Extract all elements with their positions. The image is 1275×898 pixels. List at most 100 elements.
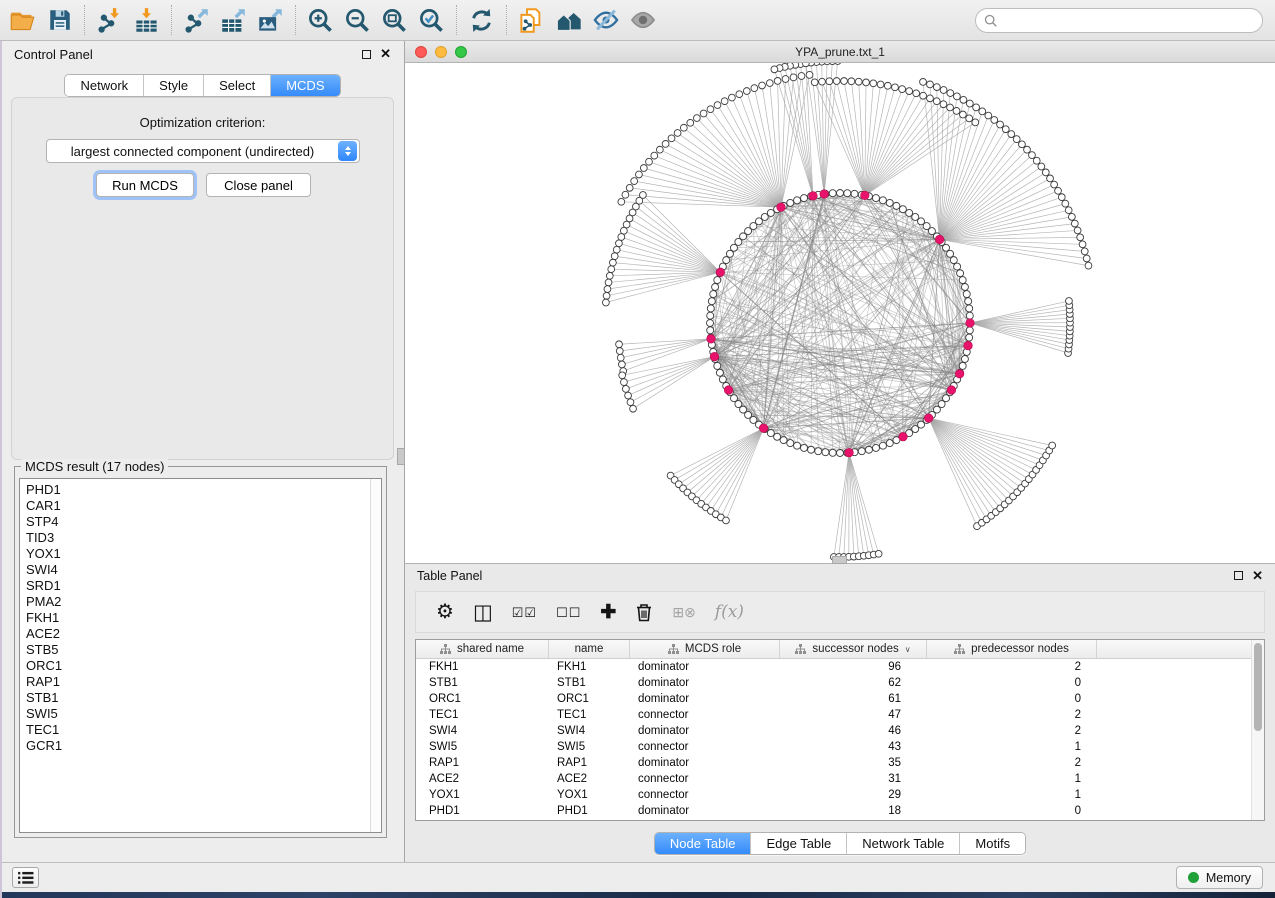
network-view-window: YPA_prune.txt_1 (404, 41, 1275, 563)
mcds-result-item[interactable]: GCR1 (26, 738, 381, 754)
mcds-result-item[interactable]: PMA2 (26, 594, 381, 610)
table-cell: 0 (927, 677, 1097, 689)
table-cell: connector (630, 709, 780, 721)
deselect-all-rows-icon[interactable]: ☐☐ (556, 606, 581, 619)
table-cell: YOX1 (549, 789, 630, 801)
column-header-MCDS-role[interactable]: MCDS role (630, 640, 780, 658)
eye-slash-icon (592, 6, 620, 34)
task-history-button[interactable] (12, 867, 39, 888)
mcds-result-item[interactable]: ORC1 (26, 658, 381, 674)
table-row[interactable]: FKH1FKH1dominator962 (416, 659, 1264, 675)
table-row[interactable]: SWI4SWI4dominator462 (416, 723, 1264, 739)
export-table-button[interactable] (215, 2, 252, 39)
tab-node-table[interactable]: Node Table (655, 833, 751, 854)
mcds-result-item[interactable]: STB1 (26, 690, 381, 706)
close-table-panel-icon[interactable]: ✕ (1252, 571, 1263, 581)
mcds-result-item[interactable]: ACE2 (26, 626, 381, 642)
table-cell: 0 (927, 693, 1097, 705)
zoom-fit-button[interactable] (376, 2, 413, 39)
mcds-result-item[interactable]: FKH1 (26, 610, 381, 626)
zoom-in-button[interactable] (302, 2, 339, 39)
table-row[interactable]: RAP1RAP1dominator352 (416, 755, 1264, 771)
vertical-splitter-handle[interactable] (397, 448, 405, 465)
table-cell: connector (630, 789, 780, 801)
zoom-selected-button[interactable] (413, 2, 450, 39)
mcds-result-item[interactable]: CAR1 (26, 498, 381, 514)
minimize-window-light[interactable] (435, 46, 447, 58)
table-row[interactable]: ACE2ACE2connector311 (416, 771, 1264, 787)
table-cell: STB1 (549, 677, 630, 689)
select-all-rows-icon[interactable]: ☑☑ (512, 606, 537, 619)
add-column-icon[interactable]: ✚ (600, 603, 616, 622)
table-cell: YOX1 (416, 789, 549, 801)
table-options-gear-icon[interactable]: ⚙ (436, 602, 454, 622)
tab-motifs[interactable]: Motifs (959, 833, 1025, 854)
mcds-result-item[interactable]: YOX1 (26, 546, 381, 562)
table-row[interactable]: ORC1ORC1dominator610 (416, 691, 1264, 707)
close-panel-icon[interactable]: ✕ (380, 49, 391, 59)
close-panel-button[interactable]: Close panel (206, 173, 311, 197)
table-row[interactable]: SWI5SWI5connector431 (416, 739, 1264, 755)
mcds-result-item[interactable]: STB5 (26, 642, 381, 658)
tab-select[interactable]: Select (203, 75, 270, 96)
delete-column-trash-icon[interactable] (635, 603, 653, 622)
column-header-predecessor-nodes[interactable]: predecessor nodes (927, 640, 1097, 658)
duplicate-network-button[interactable] (513, 2, 550, 39)
mcds-result-item[interactable]: RAP1 (26, 674, 381, 690)
network-canvas[interactable] (405, 63, 1275, 563)
memory-status-dot (1188, 872, 1199, 883)
list-icon (18, 871, 34, 885)
mcds-result-item[interactable]: PHD1 (26, 482, 381, 498)
zoom-out-button[interactable] (339, 2, 376, 39)
export-image-button[interactable] (252, 2, 289, 39)
mcds-result-item[interactable]: SWI4 (26, 562, 381, 578)
run-mcds-button[interactable]: Run MCDS (96, 173, 194, 197)
mcds-result-item[interactable]: TEC1 (26, 722, 381, 738)
table-row[interactable]: YOX1YOX1connector291 (416, 787, 1264, 803)
mcds-result-item[interactable]: STP4 (26, 514, 381, 530)
import-network-button[interactable] (91, 2, 128, 39)
tab-edge-table[interactable]: Edge Table (750, 833, 846, 854)
tab-network[interactable]: Network (65, 75, 143, 96)
table-scrollbar[interactable] (1251, 640, 1264, 820)
import-table-button[interactable] (128, 2, 165, 39)
tab-style[interactable]: Style (143, 75, 203, 96)
maximize-window-light[interactable] (455, 46, 467, 58)
control-panel-title: Control Panel (14, 47, 93, 62)
mcds-result-box: MCDS result (17 nodes) PHD1CAR1STP4TID3Y… (14, 466, 387, 838)
tab-mcds[interactable]: MCDS (270, 75, 339, 96)
column-label: MCDS role (685, 643, 741, 655)
hide-selected-button[interactable] (587, 2, 624, 39)
search-input[interactable] (1004, 12, 1254, 29)
memory-button[interactable]: Memory (1176, 866, 1263, 889)
open-folder-icon (9, 7, 36, 34)
float-table-panel-icon[interactable] (1234, 571, 1243, 580)
mcds-result-item[interactable]: SWI5 (26, 706, 381, 722)
mcds-result-item[interactable]: TID3 (26, 530, 381, 546)
criterion-dropdown[interactable]: largest connected component (undirected) (46, 139, 360, 163)
save-session-button[interactable] (41, 2, 78, 39)
show-all-button[interactable] (624, 2, 661, 39)
open-file-button[interactable] (4, 2, 41, 39)
result-list-scrollbar[interactable] (370, 479, 381, 832)
export-network-button[interactable] (178, 2, 215, 39)
table-row[interactable]: PHD1PHD1dominator180 (416, 803, 1264, 819)
close-window-light[interactable] (415, 46, 427, 58)
search-field[interactable] (975, 8, 1263, 33)
tab-network-table[interactable]: Network Table (846, 833, 959, 854)
toggle-column-panel-icon[interactable]: ◫ (473, 602, 493, 623)
column-header-name[interactable]: name (549, 640, 630, 658)
table-cell: FKH1 (549, 661, 630, 673)
table-row[interactable]: TEC1TEC1connector472 (416, 707, 1264, 723)
column-header-shared-name[interactable]: shared name (416, 640, 549, 658)
mcds-result-item[interactable]: SRD1 (26, 578, 381, 594)
network-graph (405, 63, 1275, 563)
duplicate-network-icon (518, 7, 545, 34)
column-header-successor-nodes[interactable]: successor nodes∨ (780, 640, 927, 658)
first-neighbors-button[interactable] (550, 2, 587, 39)
table-row[interactable]: STB1STB1dominator620 (416, 675, 1264, 691)
horizontal-splitter-handle[interactable] (832, 556, 847, 564)
refresh-view-button[interactable] (463, 2, 500, 39)
table-scrollbar-thumb[interactable] (1254, 643, 1262, 731)
float-panel-icon[interactable] (362, 50, 371, 59)
